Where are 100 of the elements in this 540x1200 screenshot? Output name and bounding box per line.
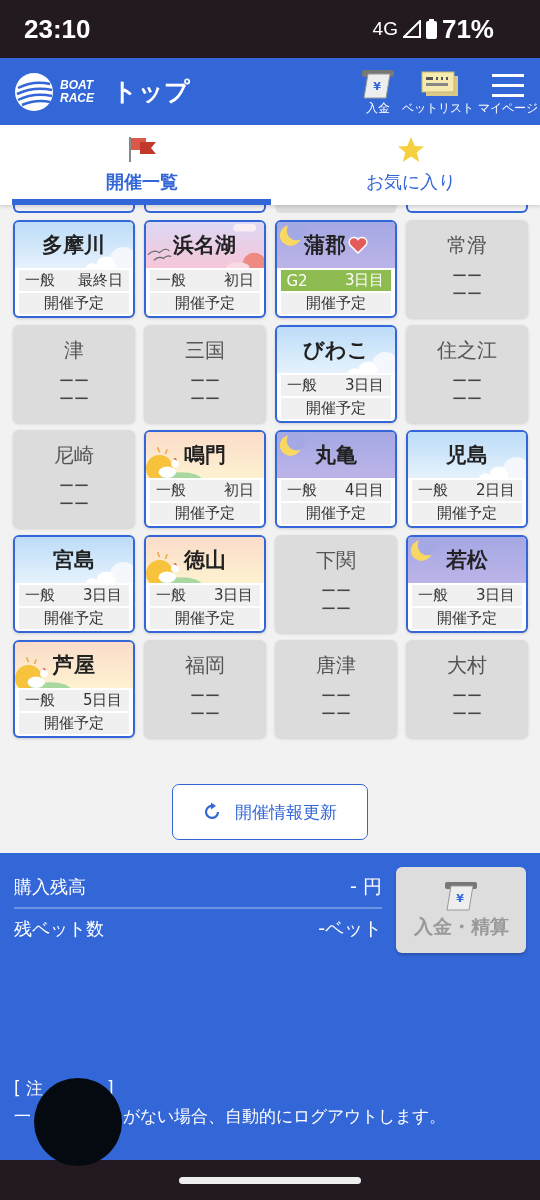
venue-card[interactable]: 常滑 ーー ーー	[405, 220, 528, 318]
race-grade: 一般	[286, 481, 317, 500]
race-day: 3日目	[213, 586, 254, 605]
venue-card[interactable]	[405, 205, 528, 213]
venue-card[interactable]	[143, 205, 266, 213]
star-icon	[396, 135, 425, 164]
venue-card[interactable]: 福岡 ーー ーー	[143, 640, 266, 738]
venue-card[interactable]	[12, 205, 135, 213]
race-status: 開催予定	[411, 608, 522, 629]
race-status: 開催予定	[280, 503, 391, 524]
header-action[interactable]: マイページ	[476, 64, 540, 119]
network-type: 4G	[372, 18, 398, 40]
venue-name: 津	[63, 337, 84, 364]
race-day: 3日目	[344, 271, 385, 290]
venue-name: 若松	[445, 547, 488, 574]
venue-name: 唐津	[315, 652, 356, 679]
placeholder-dashes: ーー	[451, 705, 482, 723]
venue-card[interactable]: 大村 ーー ーー	[405, 640, 528, 738]
notice-text: 一	[14, 1105, 31, 1128]
race-grade: 一般	[417, 586, 448, 605]
home-handle[interactable]	[179, 1176, 361, 1184]
placeholder-dashes: ーー	[451, 390, 482, 408]
venue-name: 三国	[184, 337, 225, 364]
venue-card[interactable]: 鳴門 一般 初日 開催予定	[143, 430, 266, 528]
venue-card[interactable]: 若松 一般 3日目 開催予定	[405, 535, 528, 633]
placeholder-dashes: ーー	[58, 390, 89, 408]
placeholder-dashes: ーー	[189, 687, 220, 705]
race-grade: G2	[286, 271, 308, 290]
venue-card[interactable]: 三国 ーー ーー	[143, 325, 266, 423]
placeholder-dashes: ーー	[189, 372, 220, 390]
logo-icon	[14, 71, 54, 112]
race-day: 4日目	[344, 481, 385, 500]
header-action[interactable]: ¥ 入金	[356, 64, 400, 119]
placeholder-dashes: ーー	[451, 687, 482, 705]
venue-card[interactable]: 下関 ーー ーー	[274, 535, 397, 633]
race-grade: 一般	[155, 586, 186, 605]
venue-name: 児島	[445, 442, 488, 469]
race-day: 初日	[223, 271, 254, 290]
placeholder-dashes: ーー	[58, 477, 89, 495]
venue-card[interactable]: 蒲郡 G2 3日目 開催予定	[274, 220, 397, 318]
venue-card[interactable]: 唐津 ーー ーー	[274, 640, 397, 738]
flag-icon	[127, 135, 156, 164]
venue-name: びわこ	[302, 337, 369, 364]
page-title: トップ	[112, 76, 190, 108]
venue-card[interactable]: 住之江 ーー ーー	[405, 325, 528, 423]
balance-label: 残ベット数	[14, 917, 104, 941]
race-grade: 一般	[24, 691, 55, 710]
placeholder-dashes: ーー	[320, 687, 351, 705]
venue-name: 浜名湖	[173, 232, 236, 259]
venue-card[interactable]: 丸亀 一般 4日目 開催予定	[274, 430, 397, 528]
race-status: 開催予定	[18, 608, 129, 629]
venue-card[interactable]: 多摩川 一般 最終日 開催予定	[12, 220, 135, 318]
race-status: 開催予定	[411, 503, 522, 524]
venue-card[interactable]: びわこ 一般 3日目 開催予定	[274, 325, 397, 423]
placeholder-dashes: ーー	[451, 285, 482, 303]
venue-card[interactable]: 津 ーー ーー	[12, 325, 135, 423]
venue-card[interactable]: 徳山 一般 3日目 開催予定	[143, 535, 266, 633]
race-grade: 一般	[417, 481, 448, 500]
placeholder-dashes: ーー	[320, 582, 351, 600]
battery-level: 71%	[441, 13, 494, 45]
venue-name: 徳山	[183, 547, 226, 574]
tab[interactable]: お気に入り	[281, 125, 540, 205]
venue-name: 鳴門	[183, 442, 226, 469]
placeholder-dashes: ーー	[320, 705, 351, 723]
race-status: 開催予定	[149, 503, 260, 524]
placeholder-dashes: ーー	[58, 495, 89, 513]
balance-label: 購入残高	[14, 875, 86, 899]
venue-card[interactable]: 尼崎 ーー ーー	[12, 430, 135, 528]
venue-name: 大村	[446, 652, 487, 679]
placeholder-dashes: ーー	[451, 372, 482, 390]
race-grade: 一般	[155, 481, 186, 500]
clock-time: 23:10	[24, 13, 91, 45]
refresh-button[interactable]: 開催情報更新	[172, 784, 368, 840]
venue-card[interactable]: 宮島 一般 3日目 開催予定	[12, 535, 135, 633]
battery-icon	[425, 19, 437, 39]
race-day: 初日	[223, 481, 254, 500]
balance-value: -ベット	[318, 916, 382, 941]
race-status: 開催予定	[280, 398, 391, 419]
race-day: 3日目	[475, 586, 516, 605]
race-day: 5日目	[82, 691, 123, 710]
venue-name: 尼崎	[53, 442, 94, 469]
venue-name: 多摩川	[42, 232, 105, 259]
venue-name: 宮島	[52, 547, 95, 574]
header-action[interactable]: ベットリスト	[400, 64, 476, 119]
placeholder-dashes: ーー	[451, 267, 482, 285]
venue-name: 蒲郡	[303, 232, 346, 259]
logo-text: BOAT RACE	[60, 78, 94, 105]
venue-name: 下関	[315, 547, 356, 574]
signal-icon	[402, 20, 421, 38]
venue-card[interactable]: 芦屋 一般 5日目 開催予定	[12, 640, 135, 738]
race-day: 2日目	[475, 481, 516, 500]
race-day: 3日目	[344, 376, 385, 395]
race-status: 開催予定	[149, 608, 260, 629]
venue-name: 常滑	[446, 232, 487, 259]
race-grade: 一般	[24, 586, 55, 605]
placeholder-dashes: ーー	[320, 600, 351, 618]
venue-card[interactable]: 浜名湖 一般 初日 開催予定	[143, 220, 266, 318]
venue-card[interactable]: 児島 一般 2日目 開催予定	[405, 430, 528, 528]
venue-name: 丸亀	[314, 442, 357, 469]
venue-name: 住之江	[436, 337, 497, 364]
